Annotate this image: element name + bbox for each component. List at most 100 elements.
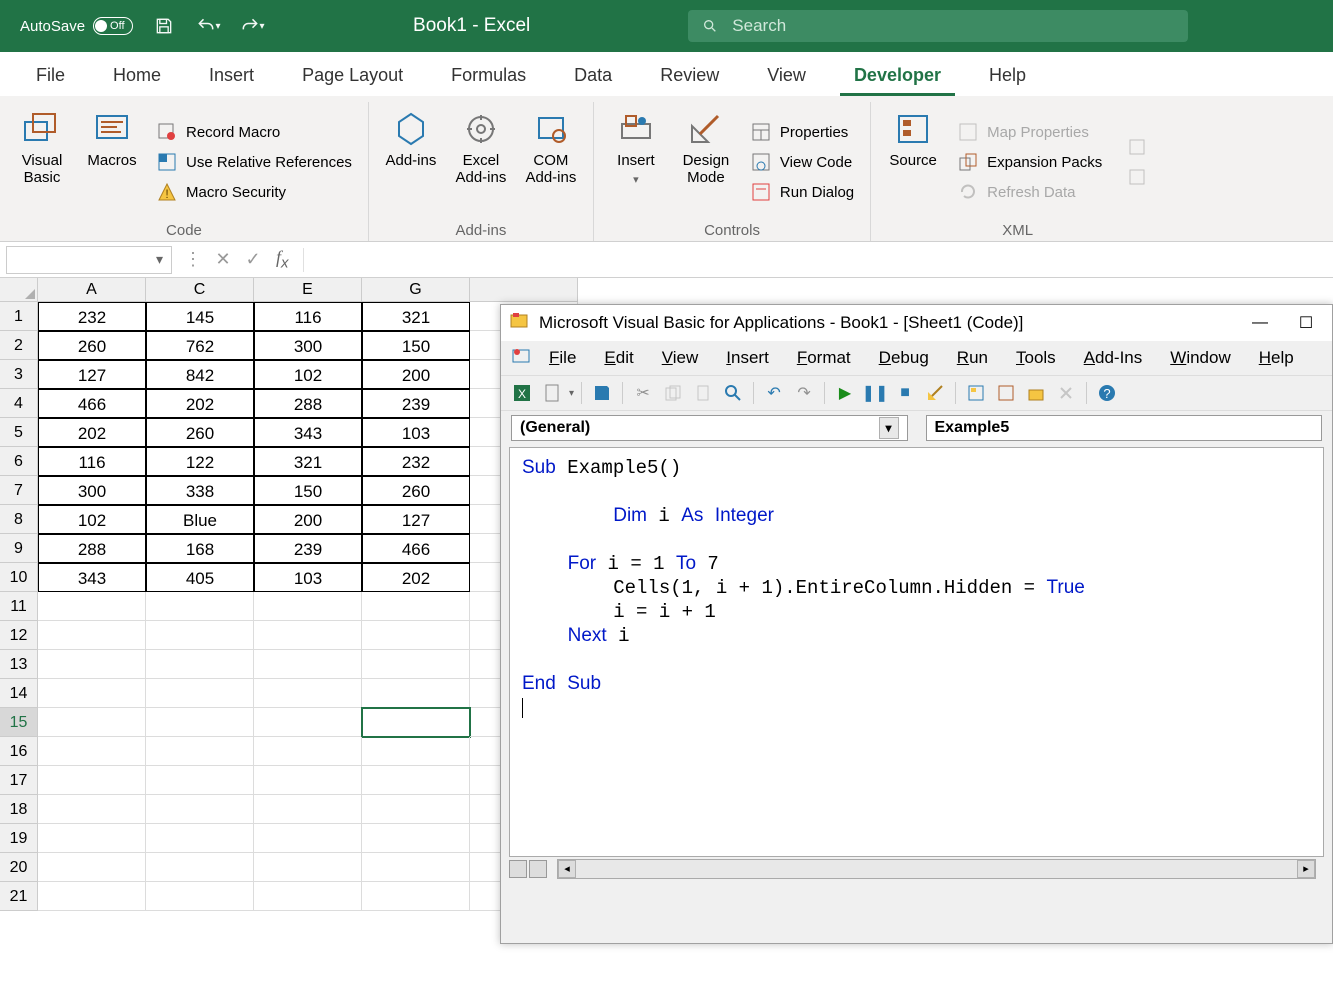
full-module-view-button[interactable]: [509, 860, 527, 878]
cell[interactable]: [146, 766, 254, 795]
scroll-right-icon[interactable]: ▸: [1297, 860, 1315, 878]
tab-insert[interactable]: Insert: [185, 55, 278, 96]
cancel-formula-button[interactable]: ✕: [208, 249, 238, 270]
cell[interactable]: 202: [362, 563, 470, 592]
cell[interactable]: [38, 853, 146, 882]
vba-menu-view[interactable]: View: [648, 344, 713, 372]
run-dialog-button[interactable]: Run Dialog: [744, 178, 860, 206]
search-box[interactable]: [688, 10, 1188, 42]
cell[interactable]: 150: [362, 331, 470, 360]
cell[interactable]: 127: [38, 360, 146, 389]
macros-button[interactable]: Macros: [80, 106, 144, 218]
minimize-button[interactable]: —: [1242, 309, 1278, 337]
cell[interactable]: 232: [38, 302, 146, 331]
cell[interactable]: [38, 650, 146, 679]
cell[interactable]: [146, 882, 254, 911]
cell[interactable]: 239: [254, 534, 362, 563]
cell[interactable]: 260: [146, 418, 254, 447]
search-input[interactable]: [732, 16, 953, 36]
run-icon[interactable]: ▶: [832, 380, 858, 406]
autosave-toggle[interactable]: AutoSave Off: [20, 17, 133, 35]
cell[interactable]: 145: [146, 302, 254, 331]
column-header[interactable]: C: [146, 278, 254, 302]
cell[interactable]: 116: [254, 302, 362, 331]
cell[interactable]: 466: [38, 389, 146, 418]
cell[interactable]: 260: [362, 476, 470, 505]
cell[interactable]: [146, 650, 254, 679]
row-header[interactable]: 16: [0, 737, 38, 766]
expansion-packs-button[interactable]: Expansion Packs: [951, 148, 1108, 176]
undo-icon[interactable]: ▾: [195, 13, 221, 39]
cell[interactable]: 842: [146, 360, 254, 389]
row-header[interactable]: 12: [0, 621, 38, 650]
row-header[interactable]: 20: [0, 853, 38, 882]
chevron-down-icon[interactable]: ▾: [879, 417, 899, 439]
cell[interactable]: [254, 853, 362, 882]
undo-icon[interactable]: ↶: [761, 380, 787, 406]
column-header[interactable]: A: [38, 278, 146, 302]
cell[interactable]: 200: [362, 360, 470, 389]
excel-icon[interactable]: X: [509, 380, 535, 406]
horizontal-scrollbar[interactable]: ◂▸: [557, 859, 1316, 879]
cell[interactable]: Blue: [146, 505, 254, 534]
cell[interactable]: [146, 621, 254, 650]
row-header[interactable]: 11: [0, 592, 38, 621]
code-pane[interactable]: Sub Example5() Dim i As Integer For i = …: [509, 447, 1324, 857]
row-header[interactable]: 4: [0, 389, 38, 418]
toolbox-icon[interactable]: [1053, 380, 1079, 406]
view-code-button[interactable]: View Code: [744, 148, 860, 176]
object-browser-icon[interactable]: [1023, 380, 1049, 406]
cell[interactable]: [362, 650, 470, 679]
row-header[interactable]: 10: [0, 563, 38, 592]
chevron-down-icon[interactable]: ▾: [156, 251, 163, 268]
tab-formulas[interactable]: Formulas: [427, 55, 550, 96]
cell[interactable]: [254, 766, 362, 795]
cell[interactable]: 103: [362, 418, 470, 447]
cell[interactable]: 239: [362, 389, 470, 418]
cell[interactable]: [362, 708, 470, 737]
cell[interactable]: [38, 621, 146, 650]
cell[interactable]: [38, 882, 146, 911]
cell[interactable]: [362, 882, 470, 911]
cell[interactable]: [38, 592, 146, 621]
column-header[interactable]: E: [254, 278, 362, 302]
vba-menu-help[interactable]: Help: [1245, 344, 1308, 372]
source-button[interactable]: Source: [881, 106, 945, 218]
cell[interactable]: [254, 679, 362, 708]
row-header[interactable]: 7: [0, 476, 38, 505]
row-header[interactable]: 13: [0, 650, 38, 679]
vba-menu-file[interactable]: File: [535, 344, 590, 372]
row-header[interactable]: 8: [0, 505, 38, 534]
vba-menu-tools[interactable]: Tools: [1002, 344, 1070, 372]
row-header[interactable]: 19: [0, 824, 38, 853]
use-relative-refs-button[interactable]: Use Relative References: [150, 148, 358, 176]
fx-icon[interactable]: fx: [268, 247, 297, 272]
cell[interactable]: 127: [362, 505, 470, 534]
cell[interactable]: [254, 592, 362, 621]
cell[interactable]: [146, 853, 254, 882]
cell[interactable]: [362, 737, 470, 766]
paste-icon[interactable]: [690, 380, 716, 406]
cell[interactable]: 150: [254, 476, 362, 505]
stop-icon[interactable]: ■: [892, 380, 918, 406]
redo-icon[interactable]: ↷: [791, 380, 817, 406]
macro-security-button[interactable]: !Macro Security: [150, 178, 358, 206]
cell[interactable]: 202: [38, 418, 146, 447]
scroll-left-icon[interactable]: ◂: [558, 860, 576, 878]
vba-menu-insert[interactable]: Insert: [712, 344, 783, 372]
row-header[interactable]: 17: [0, 766, 38, 795]
cell[interactable]: 116: [38, 447, 146, 476]
cell[interactable]: [362, 824, 470, 853]
record-macro-button[interactable]: Record Macro: [150, 118, 358, 146]
cell[interactable]: [38, 708, 146, 737]
cell[interactable]: [146, 708, 254, 737]
vba-menu-edit[interactable]: Edit: [590, 344, 647, 372]
name-box[interactable]: ▾: [6, 246, 172, 274]
cell[interactable]: [362, 795, 470, 824]
tab-review[interactable]: Review: [636, 55, 743, 96]
maximize-button[interactable]: ☐: [1288, 309, 1324, 337]
insert-module-icon[interactable]: [539, 380, 565, 406]
help-icon[interactable]: ?: [1094, 380, 1120, 406]
cell[interactable]: [254, 795, 362, 824]
cell[interactable]: 103: [254, 563, 362, 592]
